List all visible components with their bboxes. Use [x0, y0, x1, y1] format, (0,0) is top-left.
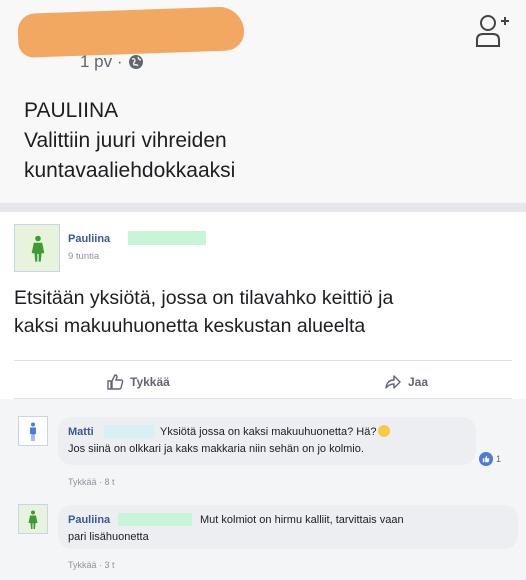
comment-line: Yksiötä jossa on kaksi makuuhuonetta? Hä… — [160, 424, 391, 441]
share-arrow-icon — [385, 375, 401, 389]
post-line: kuntavaaliehdokkaaksi — [24, 159, 236, 182]
like-reaction-icon — [479, 452, 493, 466]
post-text: Etsitään yksiötä, jossa on tilavahko kei… — [14, 284, 393, 340]
redacted-surname — [118, 513, 192, 526]
post-line: Valittiin juuri vihreiden — [24, 129, 227, 152]
avatar[interactable] — [14, 224, 60, 272]
post-meta: 1 pv · — [80, 52, 144, 72]
comment-author[interactable]: Pauliina — [68, 514, 110, 526]
avatar[interactable] — [18, 504, 48, 534]
redacted-surname — [104, 425, 154, 438]
like-label: Tykkää — [130, 375, 170, 389]
section-divider — [0, 203, 526, 212]
comment-line: Pauliina — [68, 512, 110, 529]
comment-text: Yksiötä jossa on kaksi makuuhuonetta? Hä… — [160, 426, 377, 438]
divider — [14, 360, 512, 361]
post-author[interactable]: Pauliina — [68, 233, 110, 245]
share-label: Jaa — [408, 375, 429, 389]
share-button[interactable]: Jaa — [384, 373, 428, 391]
comment-line: Jos siinä on olkkari ja kaks makkaria ni… — [68, 443, 364, 455]
post-age: 1 pv · — [80, 52, 123, 71]
male-person-icon — [30, 422, 36, 441]
comment-author[interactable]: Matti — [68, 426, 94, 438]
female-person-icon — [28, 510, 38, 529]
post-line: PAULIINA — [24, 99, 119, 122]
reaction-count[interactable]: 1 — [479, 452, 501, 466]
female-person-icon — [31, 235, 45, 262]
smile-emoji-icon — [378, 425, 391, 437]
comment-actions[interactable]: Tykkää · 8 t — [68, 477, 115, 487]
globe-icon — [128, 55, 143, 69]
reaction-number: 1 — [496, 454, 502, 464]
avatar[interactable] — [18, 416, 48, 446]
post-time[interactable]: 9 tuntia — [68, 251, 99, 262]
comment-text: pari lisähuonetta — [68, 531, 149, 543]
comment-actions[interactable]: Tykkää · 3 t — [68, 560, 115, 570]
comment-text: Mut kolmiot on hirmu kalliit, tarvittais… — [200, 514, 404, 526]
add-friend-icon[interactable] — [474, 12, 510, 52]
shared-post-header: 1 pv · PAULIINA Valittiin juuri vihreide… — [0, 0, 526, 203]
redacted-surname — [128, 231, 206, 245]
redacted-name — [17, 6, 245, 58]
like-button[interactable]: Tykkää — [106, 373, 170, 391]
post-line: Etsitään yksiötä, jossa on tilavahko kei… — [14, 287, 394, 309]
comment-line: Matti — [68, 424, 94, 441]
post-line: kaksi makuuhuonetta keskustan alueelta — [14, 315, 366, 337]
post-text: PAULIINA Valittiin juuri vihreiden kunta… — [24, 96, 235, 186]
thumbs-up-icon — [107, 374, 124, 390]
